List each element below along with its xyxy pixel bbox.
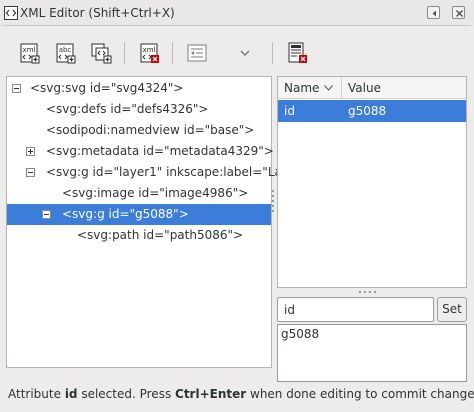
status-shortcut: Ctrl+Enter [175,387,247,401]
collapse-icon[interactable] [42,210,51,219]
svg-text:abc: abc [59,46,72,54]
dock-left-icon[interactable] [427,6,440,19]
sort-chevron-icon [324,85,333,91]
status-suffix: when done editing to commit changes. [246,387,474,401]
tree-node[interactable]: <svg:image id="image4986"> [7,183,271,204]
tree-node[interactable]: <svg:metadata id="metadata4329"> [7,141,274,162]
tree-node[interactable]: <svg:svg id="svg4324"> [7,78,271,99]
tree-node-label: <svg:path id="path5086"> [77,228,244,242]
attribute-name-input[interactable] [277,297,434,322]
toolbar-separator [172,42,173,64]
titlebar-divider [3,25,471,26]
new-text-node-icon: abc [56,43,76,64]
more-options-chevron-icon [240,50,250,57]
tree-node-label: <svg:defs id="defs4326"> [46,102,209,116]
tree-node-label: <svg:g id="g5088"> [62,207,189,221]
panel-titlebar: XML Editor (Shift+Ctrl+X) [0,0,474,26]
column-header-value-label: Value [348,81,381,95]
new-element-node-button[interactable]: xml [14,38,44,68]
delete-node-icon: xml [140,43,159,63]
tree-node-label: <svg:metadata id="metadata4329"> [46,144,274,158]
attribute-row-selected[interactable]: id g5088 [278,100,466,122]
expand-icon[interactable] [26,147,35,156]
set-button[interactable]: Set [437,297,467,322]
new-element-node-icon: xml [20,43,40,64]
delete-node-button[interactable]: xml [134,38,164,68]
attribute-value-textarea[interactable]: g5088 [277,324,467,382]
column-header-name-label: Name [284,81,320,95]
attribute-value-cell: g5088 [348,104,387,118]
status-bar: Attribute id selected. Press Ctrl+Enter … [8,384,474,404]
more-options-button[interactable] [230,38,260,68]
tree-node[interactable]: <svg:g id="layer1" inkscape:label="La [7,162,282,183]
xml-node-tree[interactable]: <svg:svg id="svg4324"> <svg:defs id="def… [6,76,282,368]
tree-node-label: <sodipodi:namedview id="base"> [46,123,255,137]
toolbar-separator [272,42,273,64]
pane-splitter-handle[interactable] [359,291,383,307]
svg-text:xml: xml [143,46,156,54]
svg-text:xml: xml [23,46,36,54]
duplicate-node-icon [91,43,112,64]
tree-node-label: <svg:image id="image4986"> [62,186,249,200]
delete-attribute-button[interactable] [282,38,312,68]
xml-editor-icon [4,6,18,20]
attribute-name-cell: id [284,104,295,118]
status-prefix: Attribute [8,387,65,401]
tree-node[interactable]: <svg:defs id="defs4326"> [7,99,271,120]
tree-node[interactable]: <sodipodi:namedview id="base"> [7,120,271,141]
new-text-node-button[interactable]: abc [50,38,80,68]
status-middle: selected. Press [77,387,176,401]
toolbar-separator [124,42,125,64]
close-icon[interactable] [452,6,465,19]
unindent-node-icon [187,44,207,62]
attributes-table[interactable]: Name Value id g5088 [277,76,467,288]
column-header-name[interactable]: Name [278,77,342,99]
status-attribute-name: id [64,387,78,401]
attributes-table-header: Name Value [278,77,466,99]
panel-title: XML Editor (Shift+Ctrl+X) [20,6,175,20]
tree-node-label: <svg:svg id="svg4324"> [30,81,184,95]
tree-node-label: <svg:g id="layer1" inkscape:label="La [46,165,282,179]
pane-splitter-handle[interactable] [272,190,275,214]
duplicate-node-button[interactable] [86,38,116,68]
unindent-node-button[interactable] [182,38,212,68]
delete-attribute-icon [288,42,307,63]
tree-node[interactable]: <svg:path id="path5086"> [7,225,271,246]
collapse-icon[interactable] [12,84,21,93]
tree-node-selected[interactable]: <svg:g id="g5088"> [7,204,271,225]
collapse-icon[interactable] [26,168,35,177]
column-header-value[interactable]: Value [342,77,466,99]
